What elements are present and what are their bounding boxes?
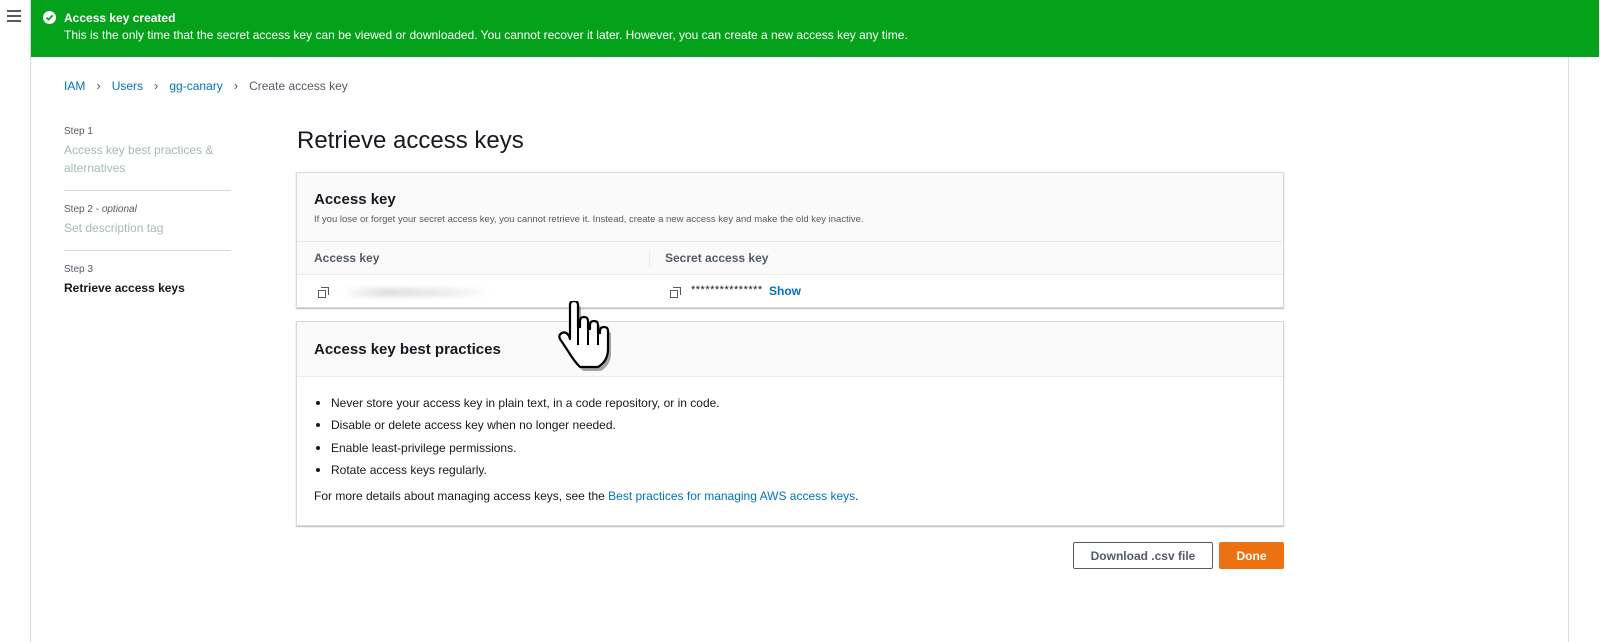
step-title: Set description tag bbox=[64, 221, 164, 235]
show-secret-link[interactable]: Show bbox=[769, 284, 801, 298]
breadcrumb-users[interactable]: Users bbox=[112, 79, 143, 93]
flash-message: This is the only time that the secret ac… bbox=[64, 28, 908, 42]
panel-description: If you lose or forget your secret access… bbox=[314, 214, 864, 225]
copy-icon[interactable] bbox=[318, 287, 329, 298]
step-label: Step 2 - optional bbox=[64, 204, 137, 215]
wizard-step-3: Step 3 Retrieve access keys bbox=[64, 264, 231, 310]
optional-tag: optional bbox=[101, 204, 137, 215]
chevron-right-icon: › bbox=[96, 78, 101, 93]
wizard-step-2: Step 2 - optional Set description tag bbox=[64, 204, 231, 250]
wizard-step-1: Step 1 Access key best practices & alter… bbox=[64, 126, 231, 190]
done-button[interactable]: Done bbox=[1219, 542, 1284, 569]
panel-title: Access key bbox=[314, 191, 396, 208]
step-title: Access key best practices & alternatives bbox=[64, 143, 214, 175]
hamburger-icon[interactable] bbox=[7, 10, 21, 22]
step-label: Step 3 bbox=[64, 264, 93, 275]
chevron-right-icon: › bbox=[154, 78, 159, 93]
check-circle-icon bbox=[43, 11, 56, 24]
list-item: Rotate access keys regularly. bbox=[314, 463, 720, 477]
side-rail bbox=[0, 0, 31, 642]
table-row: *************** Show bbox=[297, 275, 1283, 308]
secret-key-masked: *************** bbox=[691, 284, 763, 296]
divider bbox=[64, 190, 231, 191]
breadcrumb-current: Create access key bbox=[249, 78, 348, 93]
panel-header: Access key If you lose or forget your se… bbox=[297, 173, 1283, 242]
breadcrumb: IAM › Users › gg-canary › Create access … bbox=[64, 78, 348, 93]
breadcrumb-iam[interactable]: IAM bbox=[64, 79, 85, 93]
panel-header: Access key best practices bbox=[297, 322, 1283, 377]
column-divider bbox=[649, 250, 650, 267]
step-label: Step 1 bbox=[64, 126, 93, 137]
best-practices-link[interactable]: Best practices for managing AWS access k… bbox=[608, 489, 855, 503]
chevron-right-icon: › bbox=[233, 78, 239, 93]
access-key-panel: Access key If you lose or forget your se… bbox=[296, 172, 1284, 308]
column-header-access-key: Access key bbox=[314, 251, 380, 265]
divider bbox=[64, 250, 231, 251]
list-item: Never store your access key in plain tex… bbox=[314, 396, 720, 410]
copy-icon[interactable] bbox=[670, 287, 681, 298]
access-key-value-redacted bbox=[341, 288, 491, 297]
best-practices-list: Never store your access key in plain tex… bbox=[314, 396, 720, 485]
list-item: Enable least-privilege permissions. bbox=[314, 441, 720, 455]
list-item: Disable or delete access key when no lon… bbox=[314, 418, 720, 432]
table-header: Access key Secret access key bbox=[297, 242, 1283, 275]
flash-title: Access key created bbox=[64, 11, 176, 25]
best-practices-panel: Access key best practices Never store yo… bbox=[296, 321, 1284, 526]
page-title: Retrieve access keys bbox=[297, 127, 524, 154]
column-header-secret-key: Secret access key bbox=[665, 251, 769, 265]
step-title-active: Retrieve access keys bbox=[64, 281, 185, 295]
panel-title: Access key best practices bbox=[314, 341, 501, 358]
breadcrumb-user[interactable]: gg-canary bbox=[169, 79, 222, 93]
success-flash-banner: Access key created This is the only time… bbox=[31, 0, 1599, 57]
download-csv-button[interactable]: Download .csv file bbox=[1073, 542, 1213, 569]
right-panel-edge bbox=[1568, 0, 1600, 642]
more-details-text: For more details about managing access k… bbox=[314, 489, 859, 503]
wizard-steps: Step 1 Access key best practices & alter… bbox=[64, 126, 231, 310]
